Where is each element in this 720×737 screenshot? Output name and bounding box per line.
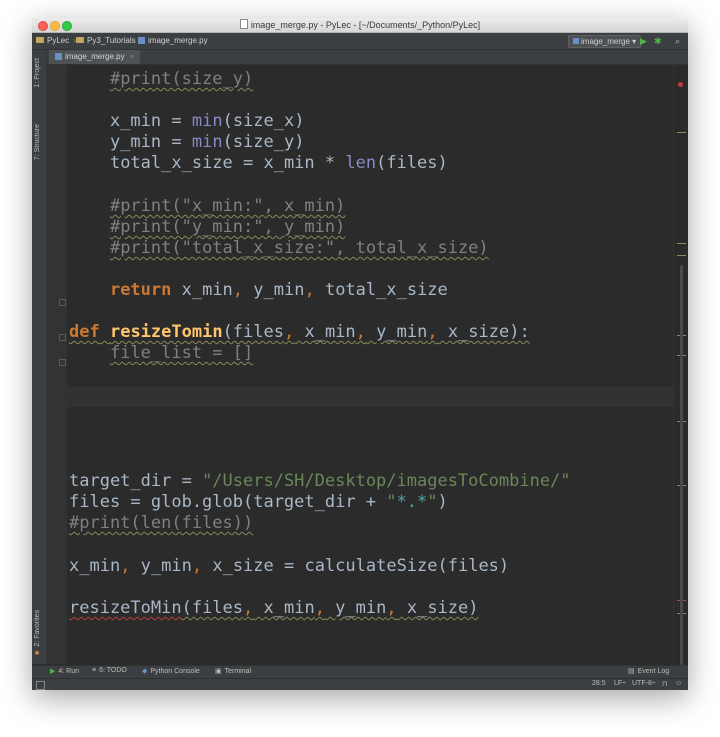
breadcrumb-folder[interactable]: Py3_Tutorials›: [76, 36, 142, 45]
code-line: def resizeTomin(files, x_min, y_min, x_s…: [69, 322, 530, 342]
fold-marker[interactable]: [59, 334, 66, 341]
code-line: #print(len(files)): [69, 513, 254, 533]
code-line: files = glob.glob(target_dir + "*.*"): [69, 492, 448, 512]
caret-line-highlight: [67, 387, 673, 407]
structure-tool-tab[interactable]: 7: Structure: [34, 124, 41, 160]
warning-mark[interactable]: [677, 132, 686, 133]
vertical-scrollbar[interactable]: [680, 265, 683, 665]
run-configuration-dropdown[interactable]: image_merge ▾: [568, 35, 642, 48]
tool-window-bar: ▶ 4: Run ≡ 6: TODO ◆ Python Console ▣ Termin…: [32, 665, 688, 679]
terminal-button[interactable]: ▣ Terminal: [215, 667, 251, 675]
list-icon: ≡: [92, 667, 97, 674]
message-icon: ▤: [628, 668, 635, 675]
python-icon: ◆: [142, 668, 148, 675]
title-bar: image_merge.py - PyLec - [~/Documents/_P…: [32, 18, 688, 33]
status-bar: 28:5 LF÷ UTF-8÷ ⊓ ☺: [32, 678, 688, 690]
file-encoding[interactable]: UTF-8÷: [632, 680, 656, 687]
toggle-tool-windows-icon[interactable]: [36, 681, 45, 690]
search-icon[interactable]: ⌕: [675, 36, 680, 46]
code-line: y_min = min(size_y): [109, 132, 305, 152]
python-icon: [573, 38, 579, 44]
editor-tab-bar: image_merge.py ×: [47, 50, 688, 65]
code-line: total_x_size = x_min * len(files): [109, 153, 448, 173]
event-log-button[interactable]: ▤ Event Log: [628, 667, 669, 675]
code-line: x_min, y_min, x_size = calculateSize(fil…: [69, 556, 510, 576]
code-editor[interactable]: #print(size_y) x_min = min(size_x) y_min…: [47, 65, 673, 664]
line-separator[interactable]: LF÷: [614, 680, 626, 687]
inspector-icon[interactable]: ☺: [675, 680, 682, 687]
code-line: resizeToMin(files, x_min, y_min, x_size): [69, 598, 479, 618]
caret-position[interactable]: 28:5: [592, 680, 606, 687]
tab-image-merge[interactable]: image_merge.py ×: [49, 50, 141, 64]
code-line: target_dir = "/Users/SH/Desktop/imagesTo…: [69, 471, 571, 491]
code-line: #print("y_min:", y_min): [109, 217, 346, 237]
project-tool-tab[interactable]: 1: Project: [34, 58, 41, 88]
error-indicator-icon[interactable]: [678, 82, 683, 87]
close-tab-icon[interactable]: ×: [130, 52, 135, 61]
python-console-button[interactable]: ◆ Python Console: [142, 667, 200, 675]
fold-marker[interactable]: [59, 359, 66, 366]
run-tool-button[interactable]: ▶ 4: Run: [50, 667, 79, 675]
chevron-down-icon: ▾: [632, 37, 637, 46]
python-file-icon: [138, 37, 145, 44]
todo-tool-button[interactable]: ≡ 6: TODO: [92, 667, 127, 674]
folder-icon: [76, 37, 84, 43]
error-stripe[interactable]: [673, 65, 688, 665]
warning-mark[interactable]: [677, 243, 686, 244]
window-title: image_merge.py - PyLec - [~/Documents/_P…: [32, 19, 688, 30]
left-tool-strip: 1: Project 7: Structure ★ 2: Favorites: [32, 50, 47, 664]
terminal-icon: ▣: [215, 668, 222, 675]
lock-icon[interactable]: ⊓: [662, 680, 667, 688]
code-line: #print("total_x_size:", total_x_size): [109, 238, 489, 258]
python-file-icon: [55, 53, 62, 60]
folder-icon: [36, 37, 44, 43]
breadcrumb-file[interactable]: image_merge.py: [138, 36, 208, 45]
window-title-text: image_merge.py - PyLec - [~/Documents/_P…: [250, 20, 481, 30]
run-icon: ▶: [50, 668, 56, 675]
navigation-bar: PyLec› Py3_Tutorials› image_merge.py ima…: [32, 33, 688, 50]
star-icon: ★: [34, 648, 41, 657]
code-line: #print(size_y): [109, 69, 254, 89]
ide-window: image_merge.py - PyLec - [~/Documents/_P…: [32, 18, 688, 690]
code-line: x_min = min(size_x): [109, 111, 305, 131]
run-icon[interactable]: ▶: [640, 36, 647, 46]
code-line: file_list = []: [109, 343, 254, 363]
fold-marker[interactable]: [59, 299, 66, 306]
breadcrumb-project[interactable]: PyLec ›: [36, 36, 76, 45]
debug-icon[interactable]: ✱: [654, 36, 662, 46]
file-icon: [239, 19, 248, 29]
warning-mark[interactable]: [677, 255, 686, 256]
code-line: return x_min, y_min, total_x_size: [109, 280, 448, 300]
code-line: #print("x_min:", x_min): [109, 196, 346, 216]
favorites-tool-tab[interactable]: ★ 2: Favorites: [34, 610, 42, 657]
